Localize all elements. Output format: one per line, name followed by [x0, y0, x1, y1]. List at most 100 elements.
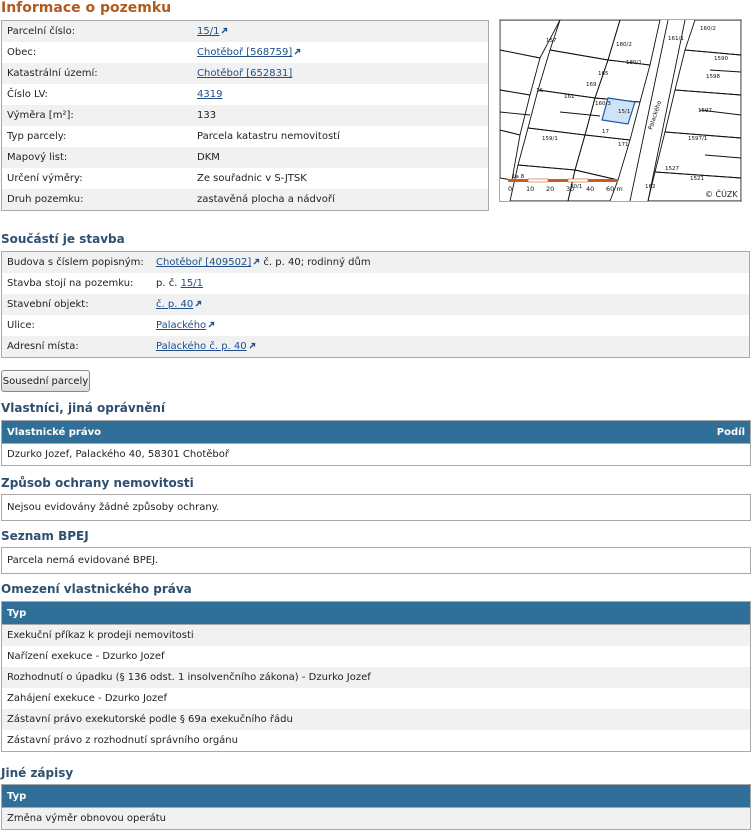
info-value: Chotěboř [568759]: [192, 42, 489, 63]
restrictions-header-row: Typ: [1, 601, 751, 625]
info-row: Určení výměry: Ze souřadnic v S-JTSK: [1, 168, 489, 189]
map-parcel-label: 161: [564, 94, 575, 100]
info-value: 4319: [192, 84, 489, 105]
table-cell: Zástavní právo exekutorské podle § 69a e…: [1, 709, 751, 730]
table-row: Změna výměr obnovou operátu: [1, 807, 751, 830]
map-parcel-label: 1598: [706, 74, 720, 80]
external-link-icon: [208, 321, 215, 328]
table-cell: Zástavní právo z rozhodnutí správního or…: [1, 730, 751, 752]
building-value: p. č. 15/1: [151, 273, 750, 294]
map-scale-label: 20: [546, 185, 554, 193]
map-scale-label: 60 m: [606, 185, 623, 193]
building-link[interactable]: Chotěboř [409502]: [156, 257, 251, 268]
map-parcel-label: 1590: [714, 56, 728, 62]
info-link[interactable]: 4319: [197, 89, 222, 100]
stavba-heading: Součástí je stavba: [1, 232, 125, 246]
building-row: Adresní místa: Palackého č. p. 40: [1, 336, 750, 358]
building-link[interactable]: Palackého: [156, 320, 206, 331]
building-row: Ulice: Palackého: [1, 315, 750, 336]
building-label: Budova s číslem popisným:: [1, 251, 151, 273]
external-link-icon: [222, 27, 228, 34]
table-row: Nařízení exekuce - Dzurko Jozef: [1, 646, 751, 667]
building-row: Stavební objekt: č. p. 40: [1, 294, 750, 315]
map-parcel-label: 180/1: [626, 60, 642, 66]
bpej-heading: Seznam BPEJ: [1, 529, 89, 543]
building-value: Chotěboř [409502] č. p. 40; rodinný dům: [151, 251, 750, 273]
page-title: Informace o pozemku: [1, 0, 172, 16]
map-parcel-label: 160/3: [595, 101, 611, 107]
map-scale-label: 30: [566, 185, 574, 193]
table-cell: Nařízení exekuce - Dzurko Jozef: [1, 646, 751, 667]
building-row: Budova s číslem popisným: Chotěboř [40950…: [1, 251, 750, 273]
info-row: Obec: Chotěboř [568759]: [1, 42, 489, 63]
table-cell: Rozhodnutí o úpadku (§ 136 odst. 1 insol…: [1, 667, 751, 688]
info-value: DKM: [192, 147, 489, 168]
other-header-row: Typ: [1, 784, 751, 808]
table-row: Zástavní právo exekutorské podle § 69a e…: [1, 709, 751, 730]
col-header-share: Podíl: [547, 420, 751, 444]
info-link[interactable]: Chotěboř [568759]: [197, 47, 292, 58]
info-label: Mapový list:: [1, 147, 192, 168]
building-link[interactable]: č. p. 40: [156, 299, 193, 310]
other-table: Typ Změna výměr obnovou operátu: [1, 784, 751, 830]
info-row: Číslo LV: 4319: [1, 84, 489, 105]
restrictions-table: Typ Exekuční příkaz k prodeji nemovitost…: [1, 601, 751, 752]
table-row: Rozhodnutí o úpadku (§ 136 odst. 1 insol…: [1, 667, 751, 688]
parcel-info-table: Parcelní číslo: 15/1 Obec: Chotěboř [568759…: [1, 20, 489, 211]
info-label: Druh pozemku:: [1, 189, 192, 211]
info-label: Číslo LV:: [1, 84, 192, 105]
table-row: Zástavní právo z rozhodnutí správního or…: [1, 730, 751, 752]
building-label: Stavba stojí na pozemku:: [1, 273, 151, 294]
table-row: Exekuční příkaz k prodeji nemovitosti: [1, 624, 751, 646]
building-value: Palackého: [151, 315, 750, 336]
map-parcel-label: 17: [602, 129, 609, 135]
info-link[interactable]: Chotěboř [652831]: [197, 68, 292, 79]
bpej-box: Parcela nemá evidované BPEJ.: [1, 547, 751, 574]
col-header-type: Typ: [1, 784, 751, 808]
map-parcel-label: 1521: [690, 176, 704, 182]
building-label: Stavební objekt:: [1, 294, 151, 315]
map-parcel-label: 159/1: [542, 136, 558, 142]
protection-box: Nejsou evidovány žádné způsoby ochrany.: [1, 494, 751, 521]
building-link[interactable]: Palackého č. p. 40: [156, 341, 247, 352]
cadastral-map[interactable]: Palackého 157 180/2 161/1 165 180/1 160/2 169 1…: [499, 19, 742, 202]
building-label: Ulice:: [1, 315, 151, 336]
info-value: Parcela katastru nemovitostí: [192, 126, 489, 147]
info-value: Chotěboř [652831]: [192, 63, 489, 84]
info-link[interactable]: 15/1: [197, 26, 219, 37]
owners-table: Vlastnické právo Podíl Dzurko Jozef, Pal…: [1, 420, 751, 466]
building-value: Palackého č. p. 40: [151, 336, 750, 358]
info-label: Obec:: [1, 42, 192, 63]
external-link-icon: [249, 342, 255, 349]
map-parcel-label: 165: [598, 71, 609, 77]
map-parcel-label: 15/1: [618, 109, 630, 115]
map-parcel-label: 16: [536, 88, 543, 94]
map-parcel-label: 1597: [698, 108, 712, 114]
info-value: Ze souřadnic v S-JTSK: [192, 168, 489, 189]
info-value: 133: [192, 105, 489, 126]
restrictions-heading: Omezení vlastnického práva: [1, 582, 192, 596]
map-parcel-label: 162: [645, 184, 656, 190]
map-parcel-label: 157: [546, 38, 557, 44]
map-scale-label: 40: [586, 185, 594, 193]
map-drawing: Palackého 157 180/2 161/1 165 180/1 160/2 169 1…: [500, 20, 741, 201]
building-label: Adresní místa:: [1, 336, 151, 358]
info-row: Druh pozemku: zastavěná plocha a nádvoří: [1, 189, 489, 211]
svg-text:Palackého: Palackého: [647, 100, 663, 131]
table-row: Dzurko Jozef, Palackého 40, 58301 Chotěb…: [1, 443, 751, 466]
map-parcel-label: 1527: [665, 166, 679, 172]
table-cell: Dzurko Jozef, Palackého 40, 58301 Chotěb…: [1, 443, 751, 466]
table-cell: Exekuční příkaz k prodeji nemovitosti: [1, 624, 751, 646]
owners-heading: Vlastníci, jiná oprávnění: [1, 401, 166, 415]
table-row: Zahájení exekuce - Dzurko Jozef: [1, 688, 751, 709]
neighbor-parcels-button[interactable]: Sousední parcely: [1, 370, 90, 392]
info-label: Typ parcely:: [1, 126, 192, 147]
info-row: Mapový list: DKM: [1, 147, 489, 168]
info-row: Katastrální území: Chotěboř [652831]: [1, 63, 489, 84]
info-label: Parcelní číslo:: [1, 20, 192, 42]
info-row: Výměra [m²]: 133: [1, 105, 489, 126]
building-row: Stavba stojí na pozemku: p. č. 15/1: [1, 273, 750, 294]
col-header-owner: Vlastnické právo: [1, 420, 548, 444]
map-parcel-label: 171: [618, 142, 629, 148]
building-link[interactable]: 15/1: [181, 278, 203, 289]
